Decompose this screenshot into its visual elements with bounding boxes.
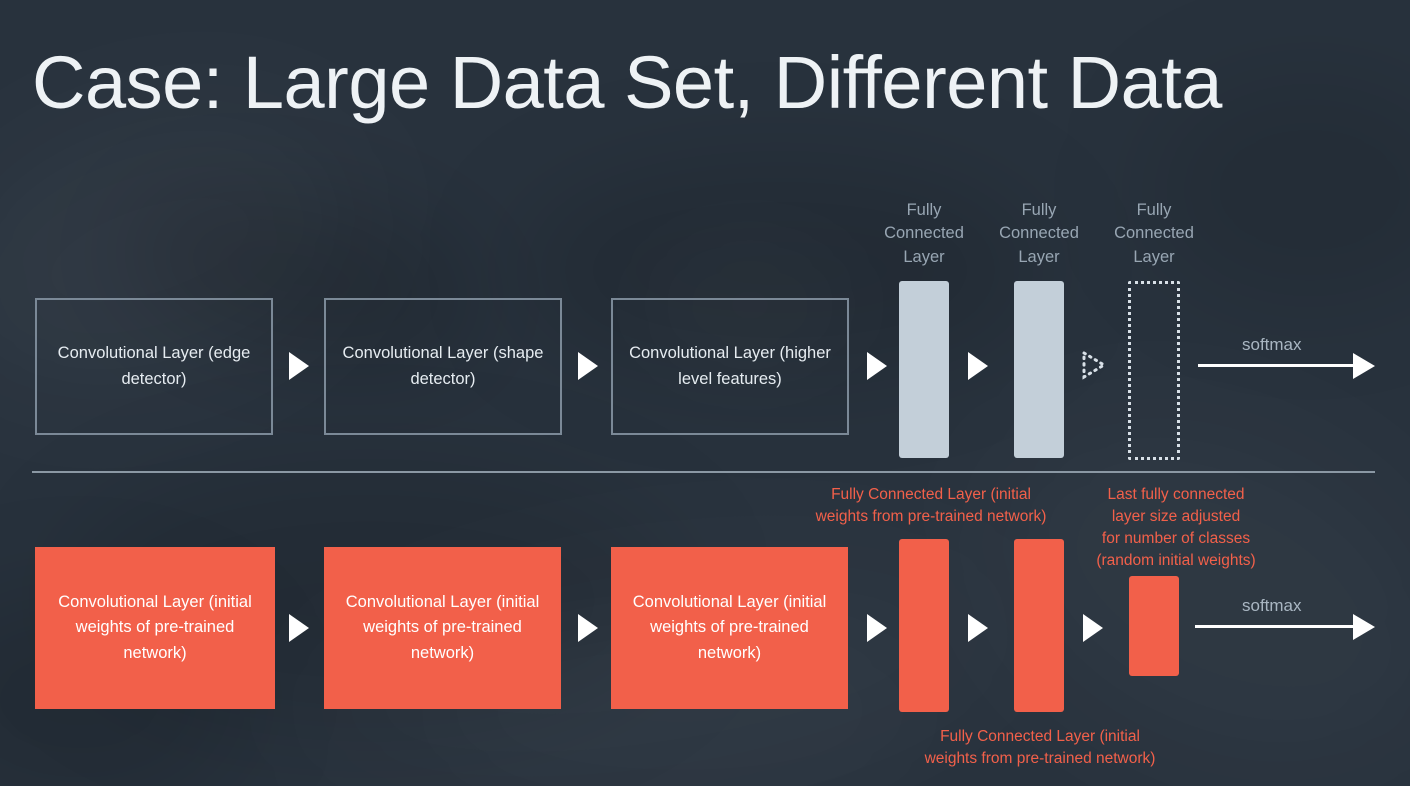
top-softmax-label: softmax <box>1242 335 1302 354</box>
bottom-arrow-icon-2 <box>578 614 598 642</box>
top-fc-caption-2: Fully Connected Layer <box>999 201 1079 266</box>
bottom-conv-layer-3: Convolutional Layer (initial weights of … <box>611 547 848 709</box>
bottom-conv-layer-1-label: Convolutional Layer (initial weights of … <box>58 592 252 662</box>
top-fc-bar-2 <box>1014 281 1064 458</box>
bottom-arrow-icon-1 <box>289 614 309 642</box>
annotation-fc-bottom: Fully Connected Layer (initial weights f… <box>924 728 1156 767</box>
bottom-arrow-icon-3 <box>867 614 887 642</box>
bottom-softmax-arrow-line <box>1195 625 1353 628</box>
top-fc-bar-3-dotted <box>1128 281 1180 460</box>
top-conv-layer-3-label: Convolutional Layer (higher level featur… <box>629 343 831 388</box>
diagram-stage: Convolutional Layer (edge detector) Conv… <box>0 0 1410 786</box>
bottom-softmax-arrow-head-icon <box>1353 614 1375 640</box>
top-conv-layer-2-label: Convolutional Layer (shape detector) <box>342 343 544 388</box>
bottom-conv-layer-2: Convolutional Layer (initial weights of … <box>324 547 561 709</box>
top-conv-layer-3: Convolutional Layer (higher level featur… <box>611 298 849 435</box>
top-arrow-dotted-icon <box>1081 350 1107 380</box>
bottom-arrow-icon-4 <box>968 614 988 642</box>
bottom-arrow-icon-5 <box>1083 614 1103 642</box>
annotation-fc-top: Fully Connected Layer (initial weights f… <box>815 486 1047 525</box>
top-softmax-arrow-line <box>1198 364 1353 367</box>
bottom-fc-bar-3 <box>1129 576 1179 676</box>
top-arrow-icon-1 <box>289 352 309 380</box>
top-arrow-icon-3 <box>867 352 887 380</box>
bottom-fc-bar-2 <box>1014 539 1064 712</box>
bottom-fc-bar-1 <box>899 539 949 712</box>
top-fc-caption-3: Fully Connected Layer <box>1114 201 1194 266</box>
top-fc-bar-1 <box>899 281 949 458</box>
top-conv-layer-2: Convolutional Layer (shape detector) <box>324 298 562 435</box>
top-conv-layer-1: Convolutional Layer (edge detector) <box>35 298 273 435</box>
top-conv-layer-1-label: Convolutional Layer (edge detector) <box>57 343 251 388</box>
bottom-conv-layer-2-label: Convolutional Layer (initial weights of … <box>345 592 540 662</box>
bottom-conv-layer-3-label: Convolutional Layer (initial weights of … <box>632 592 827 662</box>
bottom-softmax-label: softmax <box>1242 596 1302 615</box>
top-arrow-icon-2 <box>578 352 598 380</box>
top-fc-caption-1: Fully Connected Layer <box>884 201 964 266</box>
bottom-conv-layer-1: Convolutional Layer (initial weights of … <box>35 547 275 709</box>
top-arrow-icon-4 <box>968 352 988 380</box>
section-divider <box>32 471 1375 473</box>
annotation-fc-last: Last fully connected layer size adjusted… <box>1096 486 1256 569</box>
top-softmax-arrow-head-icon <box>1353 353 1375 379</box>
